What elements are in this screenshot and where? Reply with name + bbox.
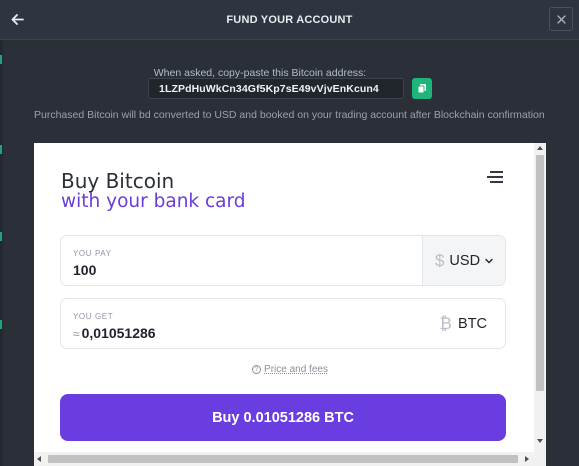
scroll-right-icon[interactable]	[525, 456, 529, 462]
you-get-value: ≈0,01051286	[73, 325, 156, 341]
edge-marker	[0, 145, 2, 154]
conversion-info-text: Purchased Bitcoin will bd converted to U…	[34, 109, 545, 121]
buy-bitcoin-widget: Buy Bitcoin with your bank card YOU PAY …	[34, 143, 546, 466]
btc-currency: ₿ BTC	[439, 299, 487, 348]
widget-title: Buy Bitcoin	[61, 169, 175, 193]
menu-icon-line	[487, 176, 503, 178]
chevron-down-icon	[485, 258, 493, 263]
approx-icon: ≈	[73, 327, 80, 341]
currency-code: USD	[449, 252, 481, 269]
close-icon	[556, 14, 566, 24]
dollar-icon: $	[434, 250, 445, 270]
edge-marker	[0, 55, 2, 64]
you-get-label: YOU GET	[73, 312, 114, 321]
currency-select[interactable]: $ USD	[422, 236, 505, 285]
you-get-amount: 0,01051286	[81, 325, 156, 341]
modal-header: FUND YOUR ACCOUNT	[0, 0, 579, 40]
scroll-up-icon[interactable]	[537, 146, 543, 150]
btc-currency-code: BTC	[458, 315, 487, 332]
copy-address-button[interactable]	[412, 78, 432, 99]
you-get-field: YOU GET ≈0,01051286 ₿ BTC	[60, 298, 506, 349]
edge-marker	[0, 320, 2, 329]
close-button[interactable]	[549, 7, 573, 31]
horizontal-scrollbar[interactable]	[34, 452, 546, 466]
info-icon: ?	[252, 365, 262, 374]
widget-subtitle: with your bank card	[61, 191, 246, 212]
price-and-fees-link[interactable]: ? Price and fees	[34, 364, 546, 375]
menu-icon-line	[490, 181, 503, 183]
buy-button[interactable]: Buy 0.01051286 BTC	[60, 394, 506, 441]
edge-marker	[0, 232, 2, 241]
scrollbar-thumb[interactable]	[536, 155, 544, 391]
you-pay-label: YOU PAY	[73, 249, 112, 258]
copy-icon	[417, 84, 426, 94]
bitcoin-address-field[interactable]: 1LZPdHuWkCn34Gf5Kp7sE49vVjvEnKcun4	[148, 78, 404, 99]
bitcoin-icon: ₿	[439, 313, 452, 333]
you-pay-input[interactable]: 100	[73, 262, 96, 278]
menu-button[interactable]	[487, 170, 503, 184]
scroll-down-icon[interactable]	[537, 439, 543, 443]
modal-title: FUND YOUR ACCOUNT	[226, 14, 353, 26]
scrollbar-thumb[interactable]	[48, 455, 518, 463]
vertical-scrollbar[interactable]	[534, 143, 546, 452]
scroll-left-icon[interactable]	[37, 456, 41, 462]
you-pay-field[interactable]: YOU PAY 100 $ USD	[60, 235, 506, 286]
price-and-fees-label: Price and fees	[264, 364, 328, 375]
menu-icon	[490, 171, 503, 173]
